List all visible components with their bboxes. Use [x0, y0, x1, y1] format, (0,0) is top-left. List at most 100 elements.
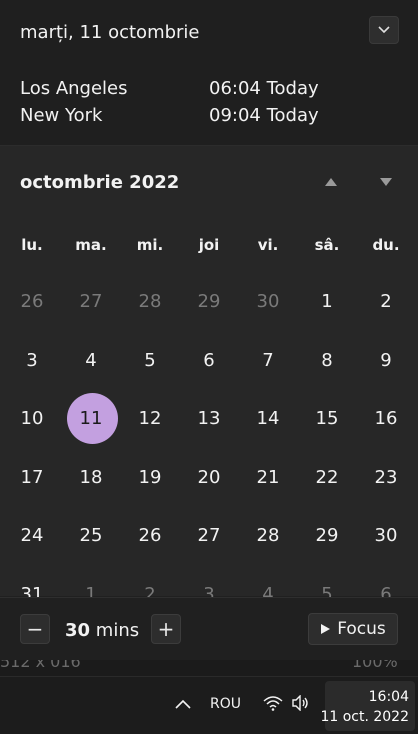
chevron-down-icon [378, 26, 390, 34]
flyout-header: marți, 11 octombrie Los Angeles 06:04 To… [0, 0, 418, 146]
taskbar-time: 16:04 [368, 689, 409, 705]
calendar-day[interactable]: 13 [180, 394, 238, 444]
focus-button[interactable]: Focus [308, 613, 398, 645]
focus-unit: mins [95, 620, 140, 641]
calendar-day-number: 6 [203, 349, 215, 371]
calendar-day[interactable]: 7 [239, 336, 297, 386]
weekday-label: joi [198, 236, 220, 254]
taskbar: ROU 16:04 11 oct. 2022 [0, 676, 418, 734]
calendar-day[interactable]: 14 [239, 394, 297, 444]
calendar-day[interactable]: 16 [357, 394, 415, 444]
calendar-day[interactable]: 25 [62, 511, 120, 561]
minus-icon: − [26, 617, 44, 641]
calendar-day[interactable]: 9 [357, 336, 415, 386]
calendar-day-number: 30 [374, 525, 398, 547]
weekday-label: mi. [136, 236, 164, 254]
calendar-day[interactable]: 8 [298, 336, 356, 386]
calendar-day-number: 2 [380, 291, 392, 312]
volume-icon[interactable] [291, 695, 311, 711]
calendar-day[interactable]: 26 [3, 277, 61, 327]
weekday-label: lu. [21, 236, 43, 254]
calendar-day[interactable]: 27 [62, 277, 120, 327]
calendar-day[interactable]: 27 [180, 511, 238, 561]
calendar-day[interactable]: 26 [121, 511, 179, 561]
calendar-day-number: 17 [20, 466, 44, 488]
calendar-day-today[interactable]: 11 [62, 393, 120, 445]
calendar-day[interactable]: 10 [3, 394, 61, 444]
next-month-icon[interactable] [379, 177, 393, 187]
background-window-strip: 512 x 016 100% [0, 660, 418, 676]
calendar-day[interactable]: 30 [357, 511, 415, 561]
calendar-day[interactable]: 15 [298, 394, 356, 444]
calendar-day-number: 25 [79, 525, 103, 547]
previous-month-icon[interactable] [324, 177, 338, 187]
collapse-button[interactable] [369, 16, 399, 44]
wifi-icon[interactable] [263, 695, 283, 711]
calendar-day-number: 29 [315, 525, 339, 547]
clock-city: Los Angeles [20, 78, 128, 99]
chevron-up-icon[interactable] [175, 699, 191, 709]
calendar-day-number: 8 [321, 349, 333, 371]
calendar-day-number: 24 [20, 525, 44, 547]
weekday-label: ma. [75, 236, 107, 254]
focus-duration: 30 mins [65, 620, 139, 641]
calendar-day-number: 5 [144, 349, 156, 371]
calendar-day-number: 16 [374, 408, 398, 430]
increase-minutes-button[interactable]: + [151, 614, 181, 644]
calendar-day[interactable]: 30 [239, 277, 297, 327]
focus-minutes: 30 [65, 620, 91, 641]
calendar-day-number: 13 [197, 408, 221, 430]
calendar-day-number: 15 [315, 408, 339, 430]
language-indicator[interactable]: ROU [210, 696, 241, 712]
clock-time: 06:04 Today [209, 78, 319, 99]
calendar-day-number: 11 [79, 408, 103, 430]
calendar-day[interactable]: 12 [121, 394, 179, 444]
calendar-day-number: 27 [79, 291, 103, 312]
calendar-day[interactable]: 28 [121, 277, 179, 327]
calendar-day[interactable]: 18 [62, 453, 120, 503]
calendar-day-number: 22 [315, 466, 339, 488]
play-icon [321, 624, 331, 634]
calendar-flyout: marți, 11 octombrie Los Angeles 06:04 To… [0, 0, 418, 661]
calendar-day-number: 18 [79, 466, 103, 488]
calendar-day-number: 3 [26, 349, 38, 371]
calendar-day[interactable]: 21 [239, 453, 297, 503]
calendar-day[interactable]: 28 [239, 511, 297, 561]
calendar-day-number: 9 [380, 349, 392, 371]
month-title[interactable]: octombrie 2022 [20, 172, 179, 193]
calendar-day[interactable]: 23 [357, 453, 415, 503]
calendar-day[interactable]: 22 [298, 453, 356, 503]
calendar-day[interactable]: 4 [62, 336, 120, 386]
clock-city: New York [20, 105, 103, 126]
calendar-day[interactable]: 6 [180, 336, 238, 386]
calendar-day-number: 29 [197, 291, 221, 312]
calendar-day-number: 26 [20, 291, 44, 312]
calendar-day[interactable]: 17 [3, 453, 61, 503]
calendar-day[interactable]: 20 [180, 453, 238, 503]
calendar-day[interactable]: 29 [298, 511, 356, 561]
calendar-day[interactable]: 1 [298, 277, 356, 327]
calendar-day-number: 4 [85, 349, 97, 371]
taskbar-date: 11 oct. 2022 [320, 709, 409, 725]
calendar-day-number: 26 [138, 525, 162, 547]
calendar-day[interactable]: 3 [3, 336, 61, 386]
background-dimensions-text: 512 x 016 [0, 660, 81, 671]
background-zoom-text: 100% [352, 660, 398, 671]
calendar-day[interactable]: 19 [121, 453, 179, 503]
decrease-minutes-button[interactable]: − [20, 614, 50, 644]
calendar-day[interactable]: 5 [121, 336, 179, 386]
calendar-panel: octombrie 2022 lu. ma. mi. joi vi. sâ. d… [0, 146, 418, 605]
plus-icon: + [157, 617, 175, 641]
taskbar-clock[interactable]: 16:04 11 oct. 2022 [320, 681, 415, 731]
calendar-day[interactable]: 24 [3, 511, 61, 561]
calendar-day-number: 30 [256, 291, 280, 312]
calendar-day[interactable]: 2 [357, 277, 415, 327]
weekday-header: lu. ma. mi. joi vi. sâ. du. [3, 236, 417, 258]
calendar-day-number: 7 [262, 349, 274, 371]
weekday-label: du. [372, 236, 400, 254]
date-title: marți, 11 octombrie [20, 22, 200, 43]
calendar-day-number: 20 [197, 466, 221, 488]
focus-label: Focus [337, 619, 386, 639]
calendar-day[interactable]: 29 [180, 277, 238, 327]
calendar-day-number: 1 [321, 291, 333, 312]
